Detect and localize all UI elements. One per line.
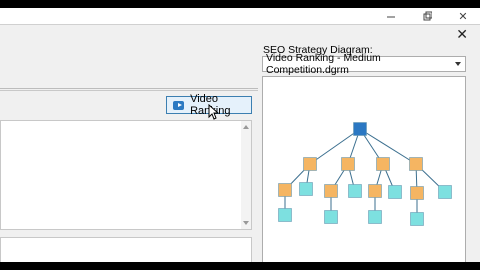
diagram-node-a1c [278, 208, 292, 222]
chevron-down-icon[interactable] [455, 62, 461, 66]
title-bar: ✕ [0, 8, 480, 24]
diagram-node-a2 [299, 182, 313, 196]
left-separator [0, 88, 258, 89]
diagram-select[interactable]: Video Ranking - Medium Competition.dgrm [262, 52, 466, 76]
bottom-black-strip [0, 262, 480, 270]
diagram-node-d2 [438, 185, 452, 199]
scroll-down-icon[interactable] [243, 221, 249, 225]
dialog-close-icon[interactable]: ✕ [456, 27, 468, 41]
left-top-group [0, 42, 258, 91]
dialog-header: ✕ [0, 24, 480, 43]
top-black-strip [0, 0, 480, 8]
diagram-node-c1 [368, 184, 382, 198]
diagram-node-b2 [348, 184, 362, 198]
video-ranking-label: Video Ranking [190, 93, 230, 117]
scroll-up-icon[interactable] [243, 125, 249, 129]
diagram-node-b1c [324, 210, 338, 224]
vertical-scrollbar[interactable] [241, 121, 251, 229]
diagram-node-a1 [278, 183, 292, 197]
diagram-select-value: Video Ranking - Medium Competition.dgrm [266, 52, 381, 76]
diagram-node-c2 [388, 185, 402, 199]
diagram-node-b1 [324, 184, 338, 198]
diagram-node-d1 [410, 186, 424, 200]
output-text-area[interactable] [0, 120, 252, 230]
minimize-icon[interactable] [384, 9, 398, 23]
seo-strategy-diagram [278, 122, 452, 226]
diagram-node-d1c [410, 212, 424, 226]
window-close-icon[interactable]: ✕ [456, 9, 470, 23]
mouse-cursor-icon [208, 104, 220, 120]
diagram-node-c1c [368, 210, 382, 224]
diagram-node-n1 [303, 157, 317, 171]
diagram-node-n3 [376, 157, 390, 171]
diagram-node-n2 [341, 157, 355, 171]
video-icon [173, 100, 185, 110]
diagram-panel [262, 76, 466, 264]
maximize-icon[interactable] [420, 9, 434, 23]
diagram-node-root [353, 122, 367, 136]
diagram-node-n4 [409, 157, 423, 171]
window-controls: ✕ [384, 8, 470, 24]
